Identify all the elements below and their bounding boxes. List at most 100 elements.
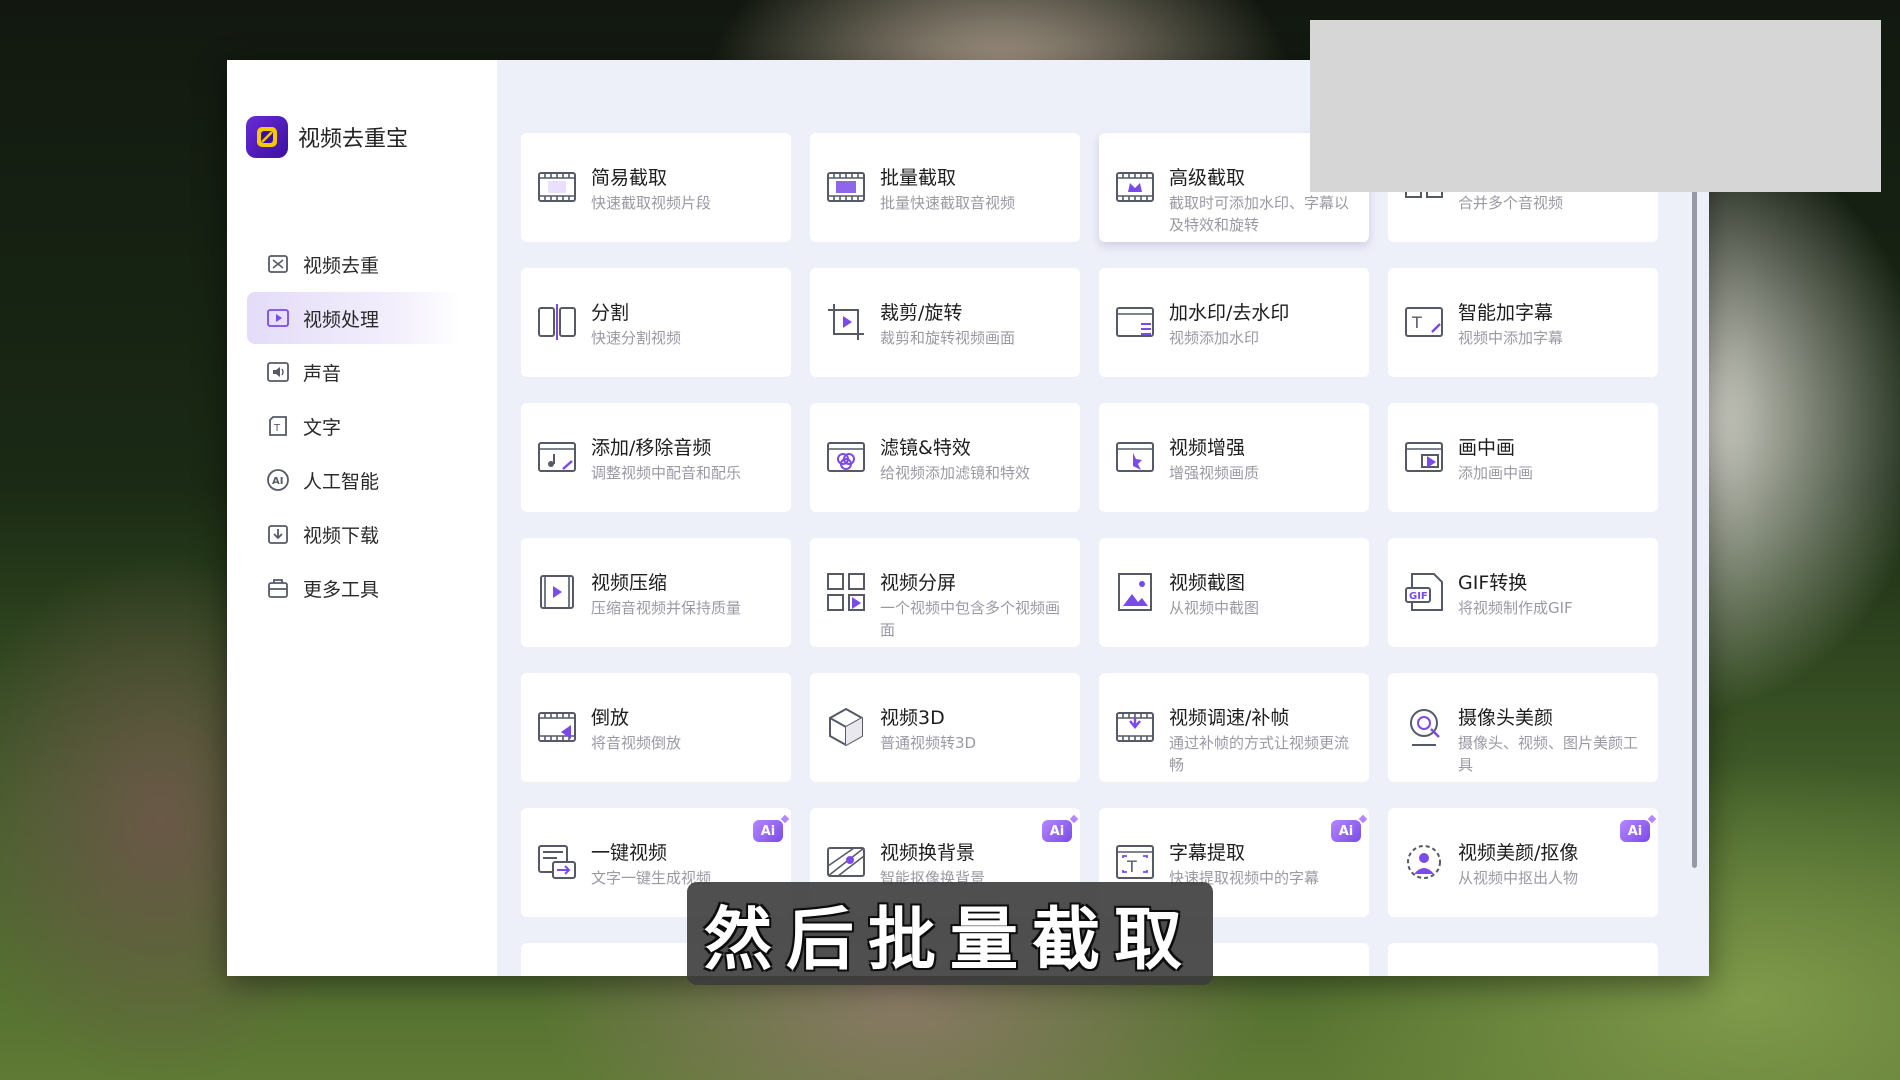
subtitle-add-icon: T <box>1402 300 1446 344</box>
tool-card[interactable]: T 智能加字幕视频中添加字幕 <box>1388 268 1658 377</box>
video-process-icon <box>265 305 303 331</box>
sidebar-item-label: 人工智能 <box>303 470 380 493</box>
tool-description: 从视频中抠出人物 <box>1458 869 1579 887</box>
sound-icon <box>265 359 303 385</box>
tool-description: 视频添加水印 <box>1169 329 1260 347</box>
tool-title: 视频增强 <box>1169 437 1246 459</box>
gif-icon: GIF <box>1402 570 1446 614</box>
tool-card[interactable]: 视频增强 增强视频画质 <box>1099 403 1369 512</box>
tool-description: 从视频中截图 <box>1169 599 1260 617</box>
tool-description: 摄像头、视频、图片美颜工具 <box>1458 734 1639 774</box>
tool-card[interactable]: 摄像头美颜 摄像头、视频、图片美颜工具 <box>1388 673 1658 782</box>
app-logo-icon <box>246 116 288 158</box>
tool-card[interactable]: 倒放 将音视频倒放 <box>521 673 791 782</box>
tool-title: 滤镜&特效 <box>880 437 971 459</box>
tool-title: GIF转换 <box>1458 572 1528 594</box>
film-crown-icon <box>1113 165 1157 209</box>
sidebar-item-text[interactable]: T 文字 <box>247 400 462 452</box>
tool-title: 简易截取 <box>591 167 668 189</box>
tool-card[interactable]: 视频分屏一个视频中包含多个视频画面 <box>810 538 1080 647</box>
ai-badge-icon: Ai <box>1620 820 1650 842</box>
tool-title: 视频调速/补帧 <box>1169 707 1290 729</box>
sidebar-item-download[interactable]: 视频下载 <box>247 508 462 560</box>
sidebar-item-label: 视频下载 <box>303 524 380 547</box>
sidebar-item-label: 文字 <box>303 416 342 439</box>
sidebar-item-video-process[interactable]: 视频处理 <box>247 292 462 344</box>
tool-title: 视频3D <box>880 707 945 729</box>
screenshot-icon <box>1113 570 1157 614</box>
video-caption: 然后批量截取 <box>687 882 1213 985</box>
sidebar-item-dedup[interactable]: 视频去重 <box>247 238 462 290</box>
download-icon <box>265 521 303 547</box>
tool-card[interactable]: 画中画 添加画中画 <box>1388 403 1658 512</box>
ai-badge-icon: Ai <box>753 820 783 842</box>
tool-card[interactable]: 裁剪/旋转 裁剪和旋转视频画面 <box>810 268 1080 377</box>
tool-description: 合并多个音视频 <box>1458 194 1564 212</box>
sidebar-item-label: 视频处理 <box>303 308 380 331</box>
tool-card[interactable]: 视频截图从视频中截图 <box>1099 538 1369 647</box>
enhance-icon <box>1113 435 1157 479</box>
app-window: 视频去重宝 视频去重 视频处理 声音 T 文字 AI 人工智能 视频下载 更多工具 简易截取 快速… <box>227 60 1709 976</box>
tool-title: 添加/移除音频 <box>591 437 712 459</box>
tool-title: 视频压缩 <box>591 572 668 594</box>
tool-title: 智能加字幕 <box>1458 302 1554 324</box>
tools-panel: 简易截取 快速截取视频片段 批量截取 批量快速截取音视频 高级截取 截取时可添加水印、字幕… <box>497 60 1709 976</box>
tool-card[interactable]: 批量截取 批量快速截取音视频 <box>810 133 1080 242</box>
sidebar-item-ai[interactable]: AI 人工智能 <box>247 454 462 506</box>
tool-card[interactable]: GIF GIF转换将视频制作成GIF <box>1388 538 1658 647</box>
sidebar-item-label: 视频去重 <box>303 254 380 277</box>
tool-description: 给视频添加滤镜和特效 <box>880 464 1031 482</box>
tool-title: 倒放 <box>591 707 630 729</box>
tool-title: 裁剪/旋转 <box>880 302 963 324</box>
tool-description: 调整视频中配音和配乐 <box>591 464 742 482</box>
tool-description: 通过补帧的方式让视频更流畅 <box>1169 734 1350 774</box>
sidebar-item-label: 更多工具 <box>303 578 380 601</box>
pip-icon <box>1402 435 1446 479</box>
toolbox-icon <box>265 575 303 601</box>
sidebar: 视频去重宝 视频去重 视频处理 声音 T 文字 AI 人工智能 视频下载 更多工具 <box>227 60 497 976</box>
tool-card[interactable] <box>1388 943 1658 976</box>
tool-title: 画中画 <box>1458 437 1516 459</box>
tool-description: 一个视频中包含多个视频画面 <box>880 599 1061 639</box>
text-to-video-icon <box>535 840 579 884</box>
tool-description: 普通视频转3D <box>880 734 977 752</box>
tool-title: 视频截图 <box>1169 572 1246 594</box>
tool-card[interactable]: 分割 快速分割视频 <box>521 268 791 377</box>
tool-description: 截取时可添加水印、字幕以及特效和旋转 <box>1169 194 1350 234</box>
sidebar-item-sound[interactable]: 声音 <box>247 346 462 398</box>
svg-text:T: T <box>1126 857 1137 876</box>
sidebar-nav: 视频去重 视频处理 声音 T 文字 AI 人工智能 视频下载 更多工具 <box>247 238 462 616</box>
tool-card[interactable]: 视频3D 普通视频转3D <box>810 673 1080 782</box>
tool-description: 快速分割视频 <box>591 329 682 347</box>
tool-title: 视频美颜/抠像 <box>1458 842 1579 864</box>
tool-description: 添加画中画 <box>1458 464 1534 482</box>
tool-card[interactable]: 视频压缩 压缩音视频并保持质量 <box>521 538 791 647</box>
film-batch-icon <box>824 165 868 209</box>
cube-3d-icon <box>824 705 868 749</box>
audio-icon <box>535 435 579 479</box>
tool-card[interactable]: 视频美颜/抠像从视频中抠出人物 Ai <box>1388 808 1658 917</box>
tool-description: 将视频制作成GIF <box>1458 599 1573 617</box>
tool-card[interactable]: 简易截取快速截取视频片段 <box>521 133 791 242</box>
tool-card[interactable]: 添加/移除音频调整视频中配音和配乐 <box>521 403 791 512</box>
text-icon: T <box>265 413 303 439</box>
scrollbar[interactable] <box>1692 188 1697 868</box>
sidebar-item-toolbox[interactable]: 更多工具 <box>247 562 462 614</box>
svg-text:T: T <box>1411 313 1422 332</box>
tool-card[interactable]: 滤镜&特效给视频添加滤镜和特效 <box>810 403 1080 512</box>
tool-description: 视频中添加字幕 <box>1458 329 1564 347</box>
tool-title: 分割 <box>591 302 630 324</box>
tool-card[interactable]: 加水印/去水印视频添加水印 <box>1099 268 1369 377</box>
filter-icon <box>824 435 868 479</box>
portrait-cutout-icon <box>1402 840 1446 884</box>
split-screen-icon <box>824 570 868 614</box>
tool-description: 将音视频倒放 <box>591 734 682 752</box>
tool-title: 加水印/去水印 <box>1169 302 1290 324</box>
tools-grid: 简易截取 快速截取视频片段 批量截取 批量快速截取音视频 高级截取 截取时可添加水印、字幕… <box>521 133 1658 976</box>
tool-title: 视频分屏 <box>880 572 957 594</box>
tool-card[interactable]: 视频调速/补帧通过补帧的方式让视频更流畅 <box>1099 673 1369 782</box>
tool-title: 一键视频 <box>591 842 668 864</box>
redaction-box <box>1310 20 1881 192</box>
tool-title: 批量截取 <box>880 167 957 189</box>
tool-description: 快速截取视频片段 <box>591 194 712 212</box>
